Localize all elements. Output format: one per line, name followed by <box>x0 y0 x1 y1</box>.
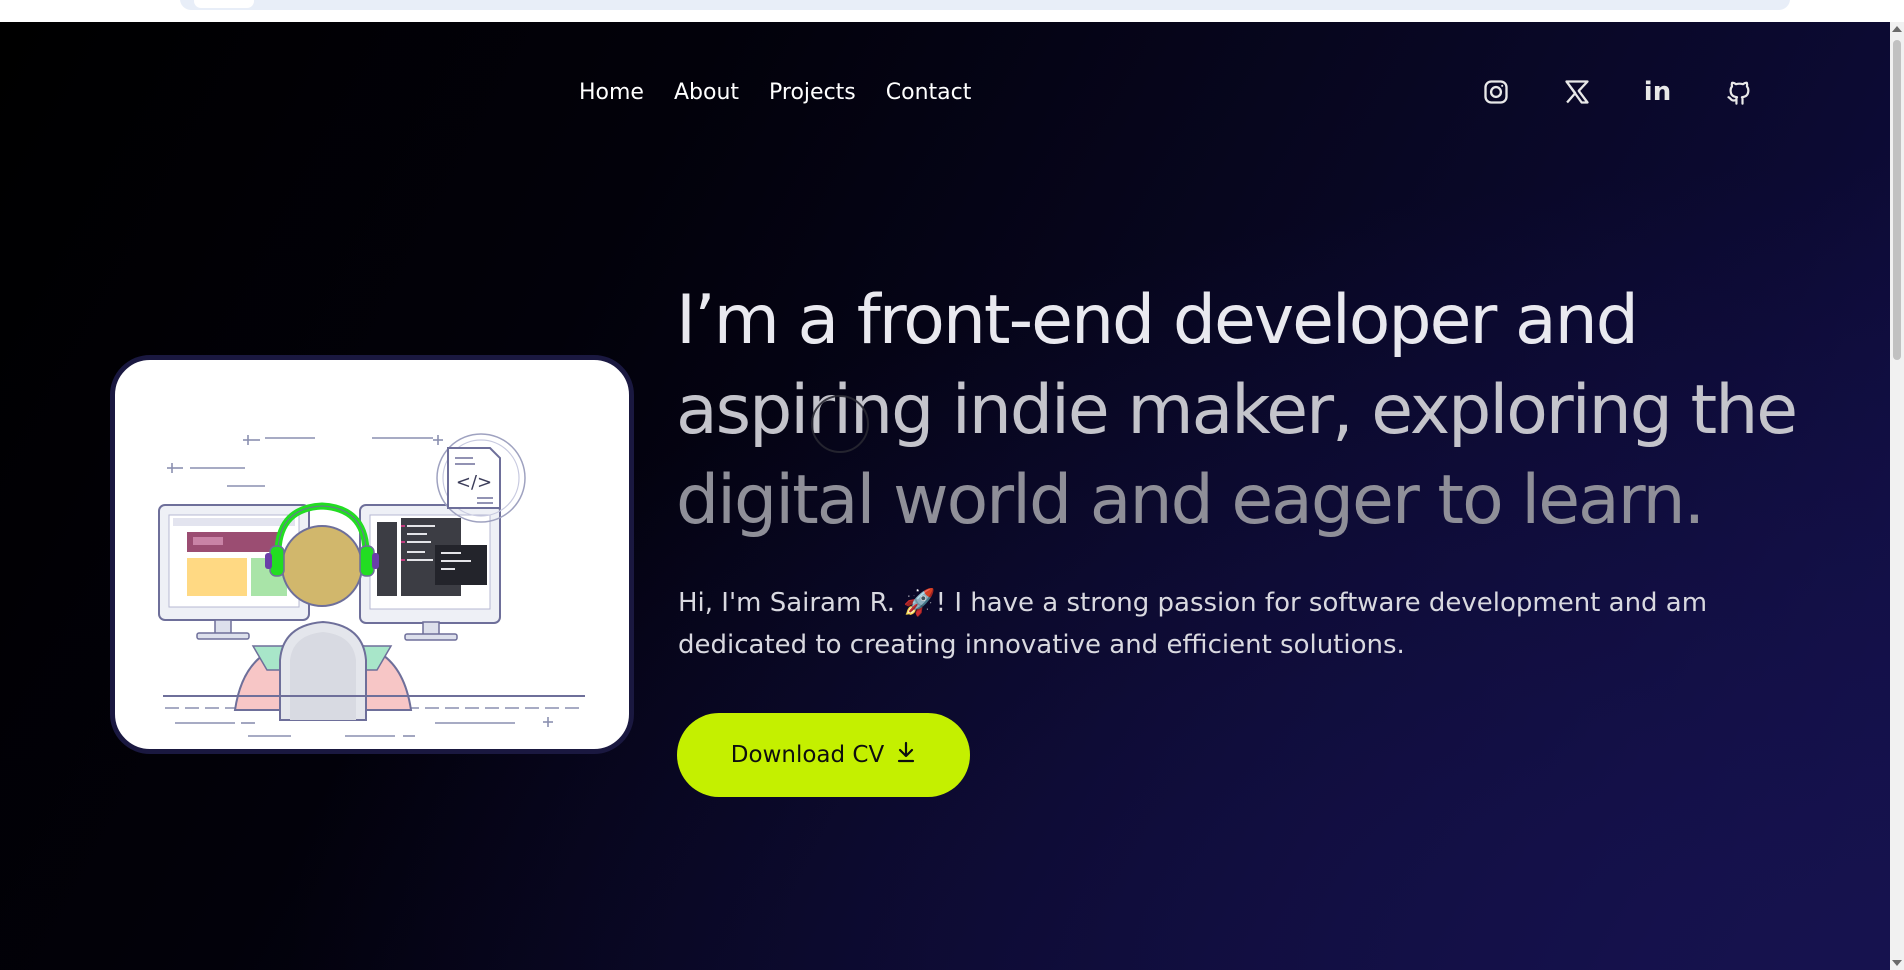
intro-line-2: dedicated to creating innovative and eff… <box>678 630 1405 660</box>
address-bar[interactable] <box>180 0 1790 10</box>
tab-pill[interactable] <box>194 0 254 8</box>
developer-illustration: </> <box>158 433 585 737</box>
page-scrollbar[interactable] <box>1890 22 1904 970</box>
instagram-icon[interactable] <box>1480 76 1511 107</box>
linkedin-icon[interactable]: in <box>1642 76 1673 107</box>
scrollbar-thumb[interactable] <box>1893 40 1901 360</box>
nav-about-link[interactable]: About <box>674 80 739 105</box>
hero-headline: I’m a front-end developer and aspiring i… <box>676 276 1806 546</box>
social-links: in <box>1480 76 1754 107</box>
browser-chrome <box>0 0 1904 22</box>
nav-home-link[interactable]: Home <box>579 80 644 105</box>
scroll-down-arrow-icon[interactable] <box>1892 960 1902 966</box>
download-cv-button[interactable]: Download CV <box>677 713 970 797</box>
code-tag-text: </> <box>456 472 492 493</box>
github-icon[interactable] <box>1723 76 1754 107</box>
hero-illustration-card: </> <box>110 355 634 754</box>
headline-line-1: I’m a front-end developer and <box>676 281 1639 360</box>
download-icon <box>896 741 916 769</box>
headline-line-2: aspiring indie maker, exploring the <box>676 371 1798 450</box>
intro-line-1: Hi, I'm Sairam R. 🚀! I have a strong pas… <box>678 588 1708 618</box>
hero-intro-text: Hi, I'm Sairam R. 🚀! I have a strong pas… <box>678 582 1778 666</box>
nav-contact-link[interactable]: Contact <box>886 80 972 105</box>
download-cv-label: Download CV <box>730 742 885 768</box>
headline-line-3: digital world and eager to learn. <box>676 461 1705 540</box>
scroll-up-arrow-icon[interactable] <box>1892 26 1902 32</box>
page-viewport: Home About Projects Contact in </> I’m a… <box>0 22 1890 970</box>
x-twitter-icon[interactable] <box>1561 76 1592 107</box>
nav-projects-link[interactable]: Projects <box>769 80 856 105</box>
main-nav: Home About Projects Contact <box>579 80 971 105</box>
linkedin-text: in <box>1643 76 1672 107</box>
